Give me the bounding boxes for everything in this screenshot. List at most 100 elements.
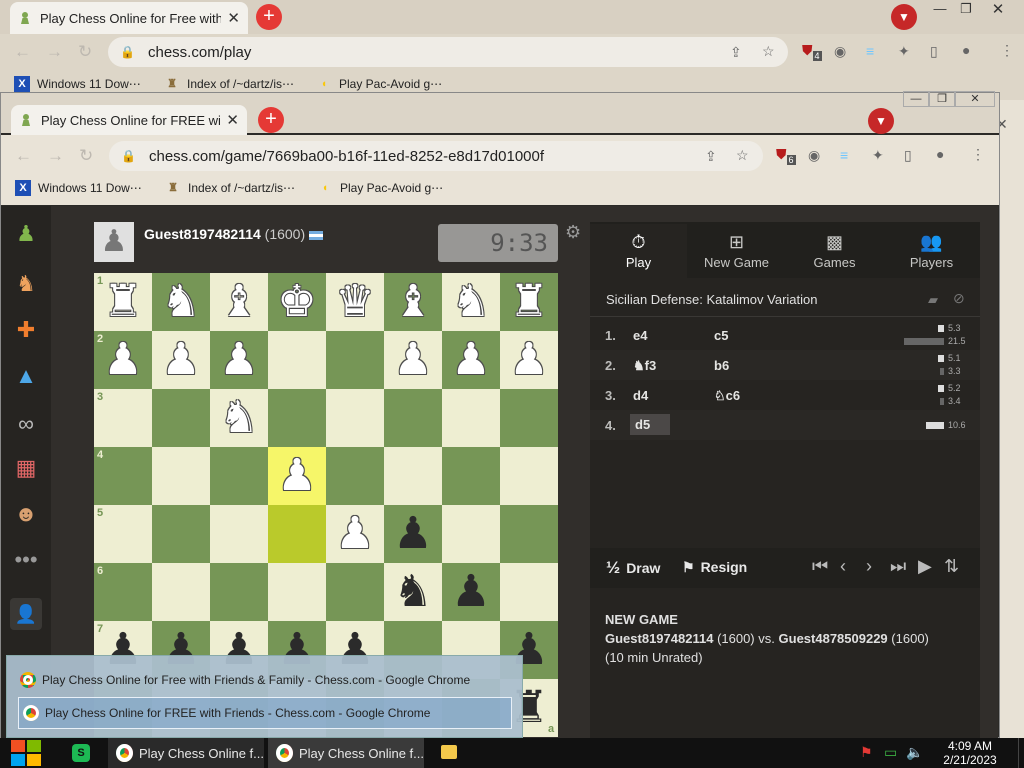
system-clock[interactable]: 4:09 AM 2/21/2023	[938, 739, 1002, 767]
first-move-icon[interactable]: ⏮	[812, 556, 828, 577]
settings-gear-icon[interactable]: ⚙	[565, 222, 581, 243]
network-icon[interactable]: ▭	[884, 744, 897, 761]
square-c3[interactable]	[384, 389, 442, 447]
tab-play[interactable]: ⏱ Play	[590, 224, 687, 278]
white-knight-piece[interactable]: ♞	[210, 389, 268, 447]
white-queen-piece[interactable]: ♛	[326, 273, 384, 331]
square-g3[interactable]	[152, 389, 210, 447]
tab-search-dropdown-icon[interactable]: ▼	[891, 4, 917, 30]
learn-graduation-icon[interactable]: ▲	[10, 360, 42, 392]
taskbar-app-green-icon[interactable]: S	[72, 744, 90, 762]
extensions-puzzle-icon[interactable]: ✦	[898, 43, 910, 60]
show-desktop-button[interactable]	[1018, 738, 1024, 768]
tab-players[interactable]: 👥 Players	[883, 224, 980, 278]
black-move[interactable]: c5	[714, 328, 728, 343]
outer-bookmark-1[interactable]: X Windows 11 Dow⋯	[14, 76, 141, 92]
flag-extension-icon[interactable]: ≡	[840, 147, 848, 163]
taskbar-chrome-button-1[interactable]: Play Chess Online f...	[108, 738, 264, 768]
square-d3[interactable]	[326, 389, 384, 447]
popup-item-2[interactable]: Play Chess Online for FREE with Friends …	[18, 697, 512, 729]
profile-icon[interactable]: ●	[936, 146, 944, 162]
black-move[interactable]: b6	[714, 358, 729, 373]
outer-bookmark-2[interactable]: ♜ Index of /~dartz/is⋯	[164, 76, 294, 92]
reload-icon[interactable]: ↻	[78, 42, 92, 62]
new-tab-button[interactable]: +	[258, 107, 284, 133]
black-pawn-piece[interactable]: ♟	[384, 505, 442, 563]
white-bishop-piece[interactable]: ♝	[384, 273, 442, 331]
resign-button[interactable]: ⚑ Resign	[682, 559, 747, 576]
close-window-icon[interactable]: ✕	[984, 0, 1012, 18]
last-move-icon[interactable]: ⏭	[890, 556, 906, 577]
white-pawn-piece[interactable]: ♟	[326, 505, 384, 563]
square-e5[interactable]	[268, 505, 326, 563]
forward-icon[interactable]: →	[46, 42, 63, 62]
puzzles-icon[interactable]: ♞	[10, 268, 42, 300]
close-tab-icon[interactable]: ✕	[226, 111, 239, 129]
forward-icon[interactable]: →	[47, 146, 64, 166]
close-tab-icon[interactable]: ✕	[227, 9, 240, 27]
white-rook-piece[interactable]: ♜	[500, 273, 558, 331]
white-pawn-piece[interactable]: ♟	[268, 447, 326, 505]
new-tab-button[interactable]: +	[256, 4, 282, 30]
puzzle-piece-icon[interactable]: ✚	[10, 314, 42, 346]
black-player[interactable]: Guest4878509229	[779, 631, 888, 646]
square-a5[interactable]	[500, 505, 558, 563]
popup-item-1[interactable]: Play Chess Online for Free with Friends …	[20, 668, 510, 692]
prev-move-icon[interactable]: ‹	[840, 556, 846, 577]
file-explorer-icon[interactable]	[441, 745, 457, 759]
menu-dots-icon[interactable]: ⋮	[971, 146, 985, 163]
close-window-icon[interactable]: ✕	[955, 91, 995, 107]
minimize-icon[interactable]: —	[903, 91, 929, 107]
square-a3[interactable]	[500, 389, 558, 447]
white-pawn-piece[interactable]: ♟	[152, 331, 210, 389]
watch-binoculars-icon[interactable]: ∞	[10, 408, 42, 440]
back-icon[interactable]: ←	[15, 146, 32, 166]
inner-address-bar[interactable]: 🔒 chess.com/game/7669ba00-b16f-11ed-8252…	[109, 141, 763, 171]
avatar-extension-icon[interactable]: ◉	[808, 147, 820, 164]
taskbar-chrome-button-2[interactable]: Play Chess Online f...	[268, 738, 424, 768]
back-icon[interactable]: ←	[14, 42, 31, 62]
black-pawn-piece[interactable]: ♟	[442, 563, 500, 621]
minimize-icon[interactable]: —	[926, 1, 954, 16]
volume-icon[interactable]: 🔈	[906, 744, 923, 761]
inner-bookmark-3[interactable]: ◖ Play Pac-Avoid g⋯	[317, 180, 444, 196]
action-center-flag-icon[interactable]: ⚑	[860, 744, 873, 761]
white-pawn-piece[interactable]: ♟	[210, 331, 268, 389]
avatar-extension-icon[interactable]: ◉	[834, 43, 846, 60]
white-bishop-piece[interactable]: ♝	[210, 273, 268, 331]
outer-tab[interactable]: Play Chess Online for Free with Friends …	[10, 2, 248, 34]
square-g6[interactable]	[152, 563, 210, 621]
black-move[interactable]: ♘c6	[714, 388, 740, 404]
white-player[interactable]: Guest8197482114	[605, 631, 713, 646]
white-move[interactable]: d5	[630, 414, 670, 435]
reload-icon[interactable]: ↻	[79, 146, 93, 166]
tab-search-dropdown-icon[interactable]: ▼	[868, 108, 894, 134]
restore-icon[interactable]: ❐	[929, 91, 955, 107]
bookmark-star-icon[interactable]: ☆	[762, 43, 775, 60]
restore-icon[interactable]: ❐	[952, 1, 980, 17]
square-d2[interactable]	[326, 331, 384, 389]
white-knight-piece[interactable]: ♞	[152, 273, 210, 331]
tab-games[interactable]: ▩ Games	[786, 224, 883, 278]
square-a6[interactable]	[500, 563, 558, 621]
white-pawn-piece[interactable]: ♟	[384, 331, 442, 389]
ublock-icon[interactable]: ⛊ 4	[802, 42, 822, 61]
white-move[interactable]: ♞f3	[633, 358, 656, 374]
share-icon[interactable]: ⇪	[730, 44, 742, 61]
square-e2[interactable]	[268, 331, 326, 389]
add-friend-icon[interactable]: 👤	[10, 598, 42, 630]
square-c4[interactable]	[384, 447, 442, 505]
bookmark-star-icon[interactable]: ☆	[736, 147, 749, 164]
white-move[interactable]: e4	[633, 328, 647, 343]
white-pawn-piece[interactable]: ♟	[442, 331, 500, 389]
extensions-puzzle-icon[interactable]: ✦	[872, 147, 884, 164]
side-panel-icon[interactable]: ▯	[930, 43, 938, 60]
opponent-name[interactable]: Guest8197482114	[144, 226, 261, 242]
news-icon[interactable]: ▦	[10, 452, 42, 484]
side-panel-icon[interactable]: ▯	[904, 147, 912, 164]
black-knight-piece[interactable]: ♞	[384, 563, 442, 621]
inner-tab[interactable]: Play Chess Online for FREE with Friends …	[11, 105, 247, 135]
square-g4[interactable]	[152, 447, 210, 505]
tab-new-game[interactable]: ⊞ New Game	[688, 224, 785, 278]
next-move-icon[interactable]: ›	[866, 556, 872, 577]
